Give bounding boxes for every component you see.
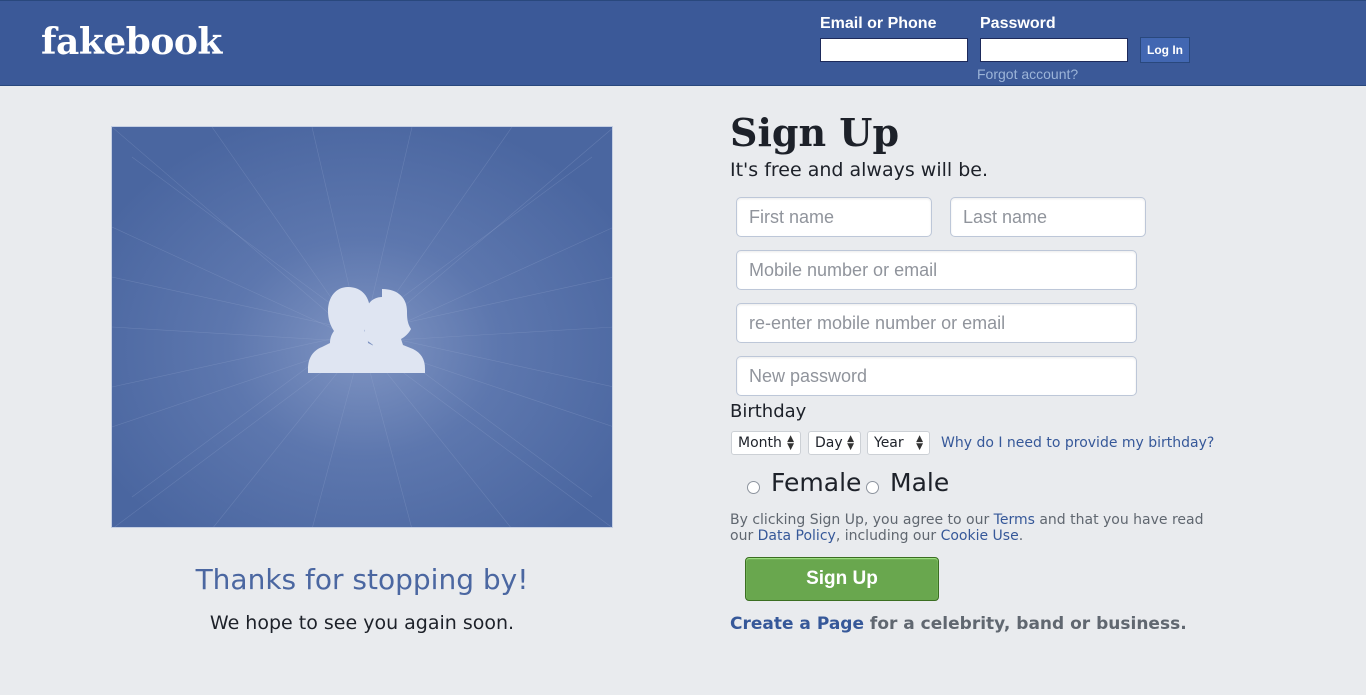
day-select[interactable]: Day ▲ ▼: [808, 431, 861, 455]
select-arrows-icon: ▲ ▼: [787, 434, 794, 452]
terms-notice: By clicking Sign Up, you agree to our Te…: [730, 512, 1230, 544]
select-arrows-icon: ▲ ▼: [916, 434, 923, 452]
terms-text: .: [1018, 528, 1024, 544]
female-label[interactable]: Female: [771, 468, 861, 497]
site-logo[interactable]: fakebook: [41, 21, 222, 63]
hero-subcaption: We hope to see you again soon.: [209, 612, 515, 634]
year-select-value: Year: [874, 435, 904, 451]
login-password-input[interactable]: [980, 38, 1128, 62]
terms-text: By clicking Sign Up, you agree to our: [730, 512, 994, 528]
hero-illustration: [111, 126, 613, 528]
month-select-value: Month: [738, 435, 782, 451]
data-policy-link[interactable]: Data Policy: [758, 528, 836, 544]
birthday-label: Birthday: [730, 401, 807, 422]
create-page-suffix: for a celebrity, band or business.: [864, 614, 1187, 634]
select-arrows-icon: ▲ ▼: [847, 434, 854, 452]
signup-subtitle: It's free and always will be.: [730, 159, 988, 181]
login-button[interactable]: Log In: [1140, 37, 1190, 63]
new-password-input[interactable]: [736, 356, 1137, 396]
day-select-value: Day: [815, 435, 843, 451]
male-label[interactable]: Male: [890, 468, 949, 497]
female-radio[interactable]: [747, 481, 760, 494]
year-select[interactable]: Year ▲ ▼: [867, 431, 930, 455]
contact-input[interactable]: [736, 250, 1137, 290]
two-people-silhouette-icon: [112, 127, 612, 527]
signup-button[interactable]: Sign Up: [745, 557, 939, 601]
password-label: Password: [980, 15, 1056, 32]
male-radio[interactable]: [866, 481, 879, 494]
email-label: Email or Phone: [820, 15, 937, 32]
forgot-account-link[interactable]: Forgot account?: [977, 66, 1078, 82]
first-name-input[interactable]: [736, 197, 932, 237]
create-page-line: Create a Page for a celebrity, band or b…: [730, 614, 1187, 634]
login-email-input[interactable]: [820, 38, 968, 62]
create-page-link[interactable]: Create a Page: [730, 614, 864, 634]
cookie-use-link[interactable]: Cookie Use: [941, 528, 1019, 544]
terms-text: , including our: [835, 528, 941, 544]
terms-link[interactable]: Terms: [994, 512, 1035, 528]
last-name-input[interactable]: [950, 197, 1146, 237]
why-birthday-link[interactable]: Why do I need to provide my birthday?: [941, 435, 1214, 451]
hero-caption: Thanks for stopping by!: [195, 563, 529, 596]
month-select[interactable]: Month ▲ ▼: [731, 431, 801, 455]
contact-confirm-input[interactable]: [736, 303, 1137, 343]
top-navigation-bar: fakebook Email or Phone Password Log In …: [0, 0, 1366, 86]
signup-title: Sign Up: [730, 110, 900, 155]
